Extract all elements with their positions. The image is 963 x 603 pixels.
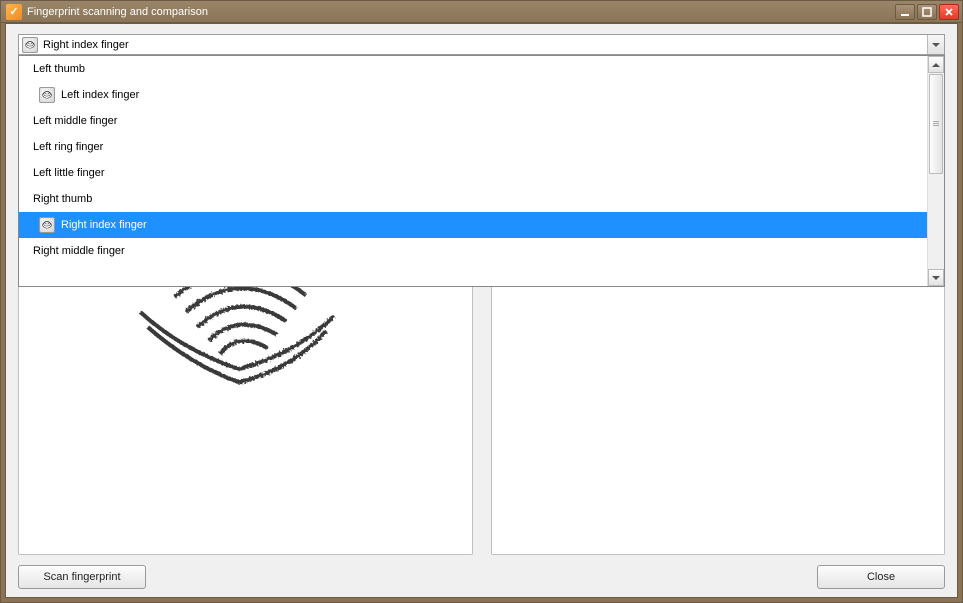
fingerprint-icon <box>22 37 38 53</box>
scroll-down-button[interactable] <box>928 269 944 286</box>
dropdown-item[interactable]: Right middle finger <box>19 238 927 264</box>
minimize-button[interactable] <box>895 4 915 20</box>
fingerprint-icon <box>39 217 55 233</box>
dropdown-item[interactable]: Left thumb <box>19 56 927 82</box>
content-inner: Right index finger <box>18 34 945 555</box>
window-title: Fingerprint scanning and comparison <box>27 6 208 18</box>
chevron-down-icon <box>932 43 940 47</box>
dropdown-item[interactable]: Right index finger <box>19 212 927 238</box>
dropdown-item[interactable]: Left index finger <box>19 82 927 108</box>
close-window-button[interactable] <box>939 4 959 20</box>
titlebar: Fingerprint scanning and comparison <box>1 1 962 23</box>
chevron-up-icon <box>932 63 940 67</box>
dropdown-scrollbar[interactable] <box>927 56 944 286</box>
fingerprint-icon <box>39 87 55 103</box>
dropdown-list: Left thumb Left index finger Left middle f… <box>19 56 927 286</box>
dropdown-item-label: Left index finger <box>61 89 139 101</box>
main-window: Fingerprint scanning and comparison Righ… <box>0 0 963 603</box>
combo-dropdown-arrow[interactable] <box>927 35 944 54</box>
close-icon <box>944 7 954 17</box>
dropdown-item-label: Right index finger <box>61 219 147 231</box>
titlebar-left: Fingerprint scanning and comparison <box>4 4 208 20</box>
dropdown-item-label: Left middle finger <box>33 115 117 127</box>
combo-selected-label: Right index finger <box>43 39 129 51</box>
dropdown-item[interactable]: Left little finger <box>19 160 927 186</box>
dropdown-item[interactable]: Left ring finger <box>19 134 927 160</box>
scroll-thumb[interactable] <box>929 74 943 174</box>
dropdown-item[interactable]: Left middle finger <box>19 108 927 134</box>
window-controls <box>895 4 959 20</box>
maximize-icon <box>922 7 932 17</box>
chevron-down-icon <box>932 276 940 280</box>
finger-select-combo[interactable]: Right index finger <box>18 34 945 55</box>
client-area: Right index finger <box>5 23 958 598</box>
close-button[interactable]: Close <box>817 565 945 589</box>
scroll-up-button[interactable] <box>928 56 944 73</box>
scan-fingerprint-button[interactable]: Scan fingerprint <box>18 565 146 589</box>
finger-select-dropdown: Left thumb Left index finger Left middle f… <box>18 55 945 287</box>
app-icon <box>6 4 22 20</box>
button-row: Scan fingerprint Close <box>18 565 945 589</box>
dropdown-item-label: Right middle finger <box>33 245 125 257</box>
dropdown-item[interactable]: Right thumb <box>19 186 927 212</box>
dropdown-item-label: Left thumb <box>33 63 85 75</box>
dropdown-item-label: Right thumb <box>33 193 92 205</box>
maximize-button[interactable] <box>917 4 937 20</box>
dropdown-item-label: Left ring finger <box>33 141 103 153</box>
minimize-icon <box>900 7 910 17</box>
dropdown-item-label: Left little finger <box>33 167 105 179</box>
